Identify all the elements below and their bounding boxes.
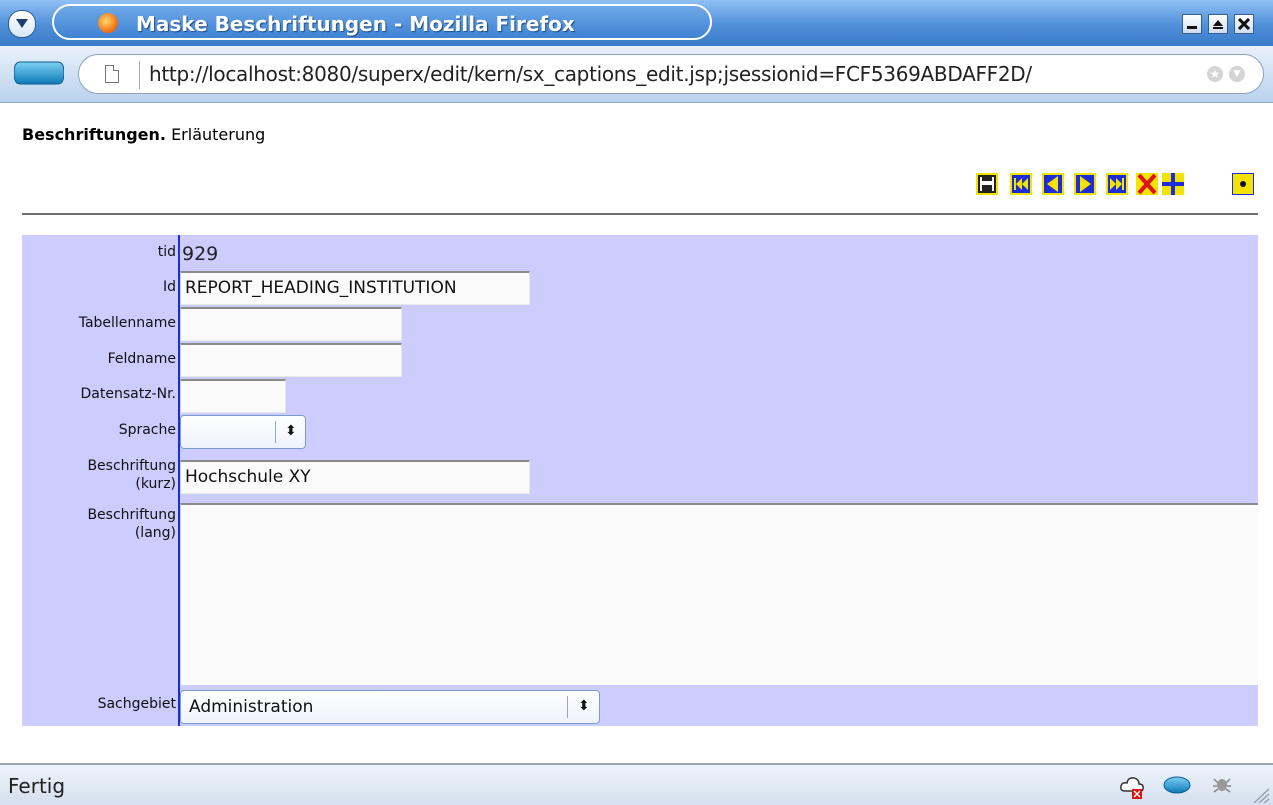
- beschriftung-lang-textarea[interactable]: [180, 503, 1258, 685]
- url-field[interactable]: http://localhost:8080/superx/edit/kern/s…: [78, 54, 1264, 94]
- bug-icon[interactable]: [1210, 775, 1234, 795]
- select-arrows-icon: ⬍: [285, 423, 297, 439]
- go-dropdown-icon[interactable]: ▼: [1229, 66, 1245, 82]
- divider: [22, 213, 1258, 215]
- sachgebiet-select[interactable]: Administration ⬍: [180, 690, 600, 724]
- id-label: Id: [162, 279, 176, 295]
- first-record-icon: [1010, 173, 1032, 195]
- edit-form: tid 929 Id REPORT_HEADING_INSTITUTION Ta…: [22, 235, 1258, 726]
- close-button[interactable]: [1234, 14, 1254, 34]
- minimize-button[interactable]: [1182, 14, 1202, 34]
- heading-explanation-link[interactable]: Erläuterung: [166, 125, 265, 144]
- page-content: Beschriftungen. Erläuterung tid 929 Id R…: [0, 103, 1273, 763]
- resize-grip-icon[interactable]: [1252, 787, 1270, 803]
- previous-record-icon: [1042, 173, 1064, 195]
- tabellenname-label: Tabellenname: [78, 315, 176, 331]
- id-input[interactable]: REPORT_HEADING_INSTITUTION: [180, 271, 530, 305]
- last-record-button[interactable]: [1106, 173, 1128, 195]
- status-text: Fertig: [8, 774, 66, 798]
- status-bar: Fertig: [0, 763, 1273, 805]
- beschriftung-lang-label-suffix: (lang): [134, 525, 176, 541]
- beschriftung-kurz-label: Beschriftung: [87, 458, 176, 474]
- window-title: Maske Beschriftungen - Mozilla Firefox: [136, 12, 575, 36]
- save-button[interactable]: [976, 173, 998, 195]
- save-icon: [976, 173, 998, 195]
- previous-record-button[interactable]: [1042, 173, 1064, 195]
- delete-icon: [1136, 173, 1158, 195]
- datensatz-input[interactable]: [180, 379, 286, 413]
- navigation-bar: http://localhost:8080/superx/edit/kern/s…: [0, 46, 1273, 103]
- sprache-select[interactable]: ⬍: [180, 415, 306, 449]
- connection-status-icon[interactable]: [1163, 775, 1191, 795]
- firefox-logo-icon: [98, 13, 118, 33]
- select-separator: [567, 696, 568, 718]
- offline-cloud-icon[interactable]: [1120, 775, 1146, 799]
- dot-button[interactable]: [1232, 173, 1254, 195]
- bookmark-star-icon[interactable]: ★: [1207, 66, 1223, 82]
- select-separator: [275, 421, 276, 443]
- maximize-icon: [1213, 20, 1223, 29]
- new-record-button[interactable]: [1162, 173, 1184, 195]
- beschriftung-lang-label: Beschriftung: [87, 507, 176, 523]
- title-pill: Maske Beschriftungen - Mozilla Firefox: [52, 4, 712, 40]
- maximize-button[interactable]: [1208, 14, 1228, 34]
- chevron-down-icon: [16, 19, 28, 28]
- feldname-input[interactable]: [180, 343, 402, 377]
- url-text[interactable]: http://localhost:8080/superx/edit/kern/s…: [149, 62, 1209, 86]
- first-record-button[interactable]: [1010, 173, 1032, 195]
- minimize-icon: [1187, 26, 1197, 29]
- heading-title: Beschriftungen.: [22, 125, 166, 144]
- beschriftung-kurz-label-suffix: (kurz): [135, 476, 176, 492]
- window-titlebar[interactable]: Maske Beschriftungen - Mozilla Firefox: [0, 0, 1273, 47]
- feldname-label: Feldname: [107, 351, 176, 367]
- page-heading: Beschriftungen. Erläuterung: [22, 125, 265, 144]
- page-icon: [105, 65, 119, 83]
- sachgebiet-label: Sachgebiet: [97, 696, 176, 712]
- datensatz-label: Datensatz-Nr.: [80, 386, 177, 402]
- sprache-label: Sprache: [118, 422, 176, 438]
- delete-record-button[interactable]: [1136, 173, 1158, 195]
- tabellenname-input[interactable]: [180, 307, 402, 341]
- next-record-button[interactable]: [1074, 173, 1096, 195]
- url-separator: [139, 61, 140, 89]
- sachgebiet-selected-value: Administration: [189, 697, 314, 717]
- back-button-icon[interactable]: [14, 60, 64, 86]
- beschriftung-kurz-input[interactable]: Hochschule XY: [180, 460, 530, 494]
- next-record-icon: [1074, 173, 1096, 195]
- window-menu-button[interactable]: [8, 10, 36, 38]
- tid-value: 929: [182, 243, 219, 265]
- new-record-icon: [1162, 173, 1184, 195]
- last-record-icon: [1106, 173, 1128, 195]
- select-arrows-icon: ⬍: [578, 698, 590, 714]
- dot-icon: [1232, 173, 1254, 195]
- tid-label: tid: [157, 244, 176, 260]
- close-icon: [1238, 18, 1250, 30]
